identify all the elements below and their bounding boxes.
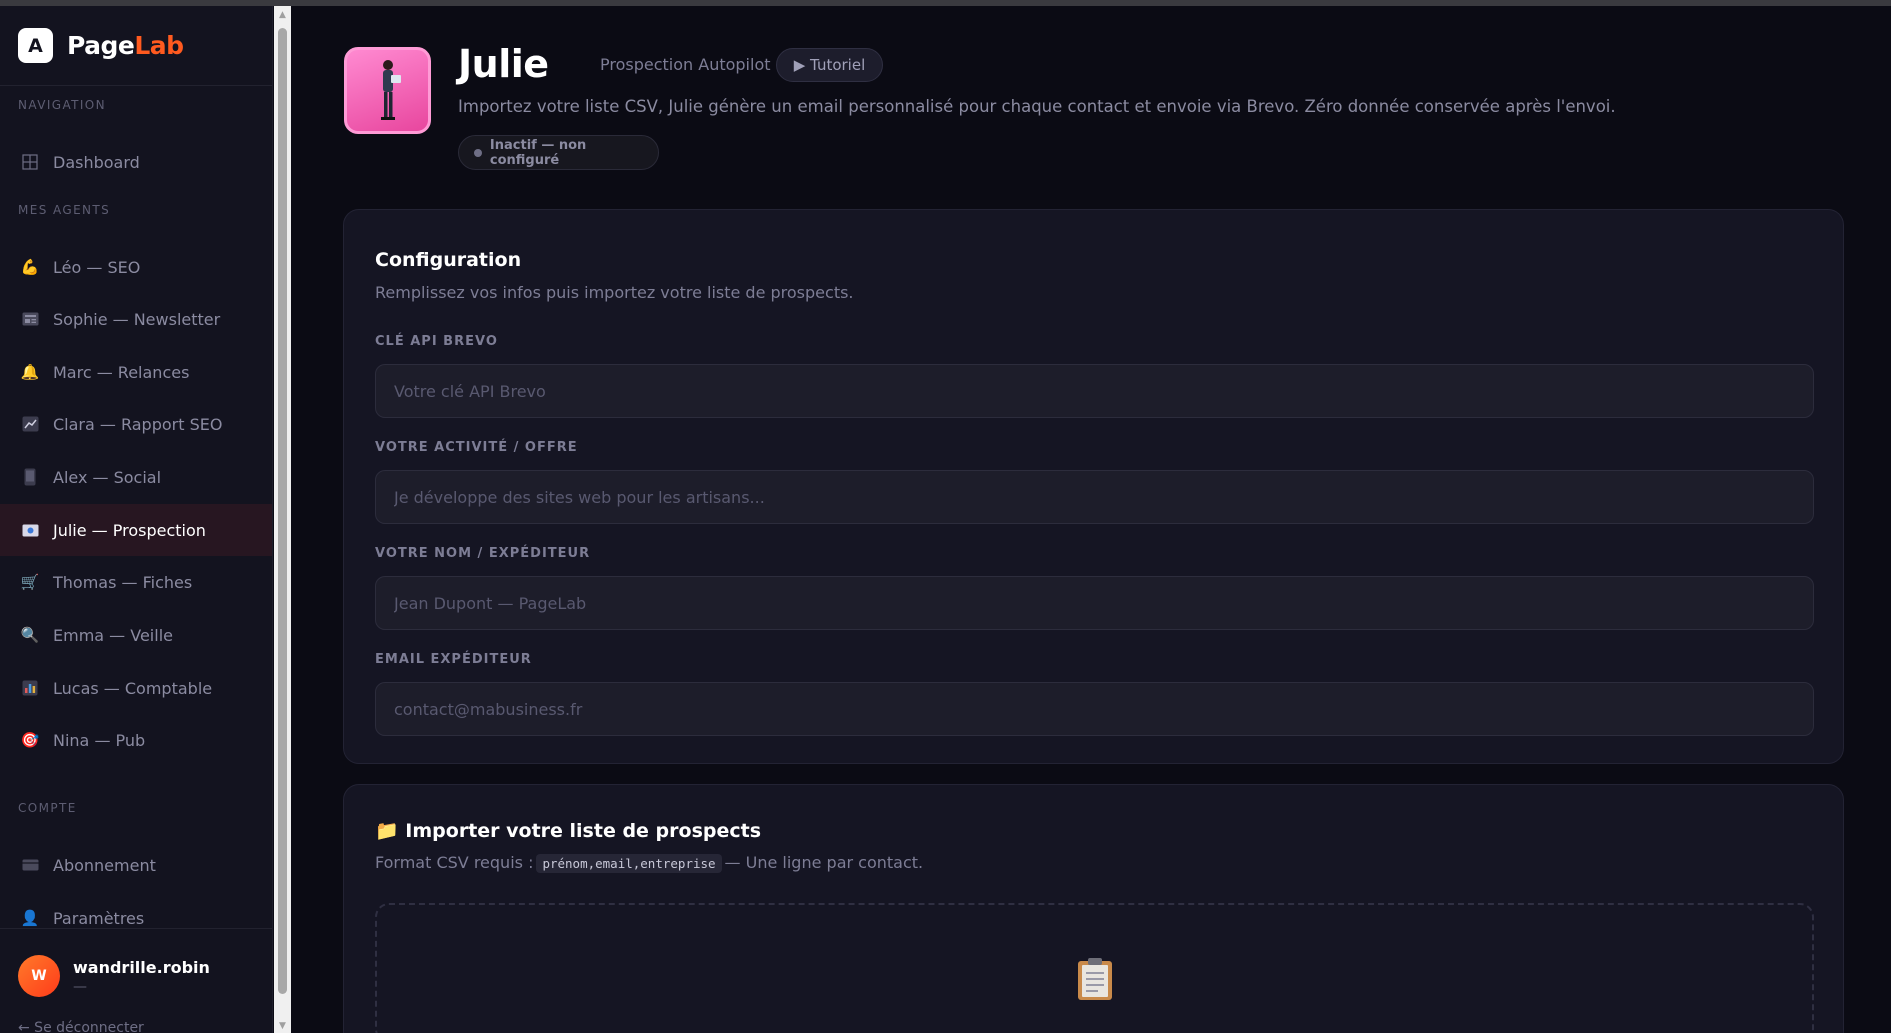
logo-icon: A <box>18 28 53 63</box>
phone-icon <box>20 467 40 487</box>
csv-dropzone[interactable] <box>375 903 1814 1033</box>
main-content: Julie Prospection Autopilot ▶ Tutoriel I… <box>292 6 1891 1033</box>
sidebar-item-alex[interactable]: Alex — Social <box>0 451 272 503</box>
sidebar-item-label: Abonnement <box>53 855 156 875</box>
sidebar-item-leo[interactable]: 💪 Léo — SEO <box>0 241 272 293</box>
sidebar-item-label: Thomas — Fiches <box>53 572 193 592</box>
scroll-thumb[interactable] <box>278 28 287 994</box>
agent-illustration-icon <box>381 60 401 120</box>
avatar: W <box>18 955 60 997</box>
brand-name: PageLab <box>67 31 184 60</box>
tutorial-button[interactable]: ▶ Tutoriel <box>776 48 883 82</box>
configuration-card: Configuration Remplissez vos infos puis … <box>343 209 1844 764</box>
section-navigation: NAVIGATION <box>18 98 107 112</box>
agent-name: Julie <box>458 42 549 86</box>
sender-name-input[interactable] <box>375 576 1814 630</box>
sidebar-item-label: Clara — Rapport SEO <box>53 414 223 434</box>
credit-card-icon <box>20 855 40 875</box>
newspaper-icon <box>20 309 40 329</box>
cart-icon: 🛒 <box>20 573 40 591</box>
folder-icon: 📁 <box>375 820 399 842</box>
sidebar-item-label: Nina — Pub <box>53 730 146 750</box>
brevo-api-key-input[interactable] <box>375 364 1814 418</box>
status-badge: Inactif — non configuré <box>458 135 659 170</box>
agent-avatar <box>344 47 431 134</box>
import-format-hint: Format CSV requis : prénom,email,entrepri… <box>375 853 924 873</box>
sender-email-input[interactable] <box>375 682 1814 736</box>
muscle-icon: 💪 <box>20 258 40 276</box>
sidebar-item-clara[interactable]: Clara — Rapport SEO <box>0 398 272 450</box>
sidebar-item-nina[interactable]: 🎯 Nina — Pub <box>0 714 272 766</box>
section-agents: MES AGENTS <box>18 203 111 217</box>
sender-name-label: VOTRE NOM / EXPÉDITEUR <box>375 546 591 561</box>
bar-chart-icon <box>20 678 40 698</box>
sidebar-item-subscription[interactable]: Abonnement <box>0 839 272 891</box>
agent-role: Prospection Autopilot <box>600 55 771 74</box>
status-dot-icon <box>474 148 482 157</box>
clipboard-icon <box>1078 958 1112 1000</box>
magnifier-icon: 🔍 <box>20 626 40 644</box>
scroll-down-arrow-icon[interactable]: ▼ <box>274 1019 291 1033</box>
import-card: 📁 Importer votre liste de prospects Form… <box>343 784 1844 1033</box>
config-subtitle: Remplissez vos infos puis importez votre… <box>375 283 854 302</box>
brevo-api-key-label: CLÉ API BREVO <box>375 334 498 349</box>
user-profile[interactable]: W wandrille.robin — <box>0 928 272 1018</box>
chart-icon <box>20 414 40 434</box>
sidebar-item-emma[interactable]: 🔍 Emma — Veille <box>0 609 272 661</box>
config-title: Configuration <box>375 249 522 271</box>
sidebar-item-label: Paramètres <box>53 908 145 928</box>
sidebar-item-dashboard[interactable]: Dashboard <box>0 136 272 188</box>
grid-icon <box>20 152 40 172</box>
sidebar-item-label: Emma — Veille <box>53 625 173 645</box>
sidebar-item-julie[interactable]: Julie — Prospection <box>0 504 272 556</box>
sidebar-item-label: Dashboard <box>53 152 140 172</box>
sender-email-label: EMAIL EXPÉDITEUR <box>375 652 532 667</box>
sidebar: A PageLab NAVIGATION Dashboard MES AGENT… <box>0 6 273 1033</box>
sidebar-item-label: Lucas — Comptable <box>53 678 213 698</box>
logout-link[interactable]: ← Se déconnecter <box>18 1020 144 1033</box>
sidebar-item-label: Alex — Social <box>53 467 162 487</box>
user-sub: — <box>73 979 87 995</box>
sidebar-item-marc[interactable]: 🔔 Marc — Relances <box>0 346 272 398</box>
import-title: 📁 Importer votre liste de prospects <box>375 819 761 842</box>
sidebar-item-lucas[interactable]: Lucas — Comptable <box>0 662 272 714</box>
brand-logo[interactable]: A PageLab <box>0 6 272 86</box>
sidebar-item-label: Marc — Relances <box>53 362 190 382</box>
target-icon: 🎯 <box>20 731 40 749</box>
scroll-up-arrow-icon[interactable]: ▲ <box>274 8 291 22</box>
csv-format-code: prénom,email,entreprise <box>536 854 722 873</box>
bell-icon: 🔔 <box>20 363 40 381</box>
activity-offer-input[interactable] <box>375 470 1814 524</box>
sidebar-item-label: Julie — Prospection <box>53 520 206 540</box>
status-text: Inactif — non configuré <box>489 137 587 168</box>
id-card-icon <box>20 520 40 540</box>
sidebar-item-label: Léo — SEO <box>53 257 141 277</box>
activity-offer-label: VOTRE ACTIVITÉ / OFFRE <box>375 440 578 455</box>
import-title-text: Importer votre liste de prospects <box>405 820 762 842</box>
sidebar-item-thomas[interactable]: 🛒 Thomas — Fiches <box>0 556 272 608</box>
sidebar-item-sophie[interactable]: Sophie — Newsletter <box>0 293 272 345</box>
agent-description: Importez votre liste CSV, Julie génère u… <box>458 97 1616 116</box>
sidebar-scrollbar[interactable]: ▲ ▼ <box>274 6 291 1033</box>
user-name: wandrille.robin <box>73 958 210 977</box>
user-icon: 👤 <box>20 909 40 927</box>
sidebar-item-label: Sophie — Newsletter <box>53 309 221 329</box>
section-account: COMPTE <box>18 801 77 815</box>
